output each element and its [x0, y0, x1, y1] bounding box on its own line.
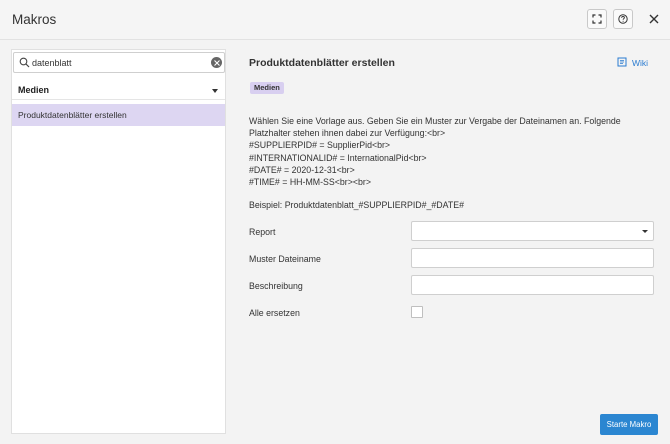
fullscreen-icon	[592, 14, 602, 24]
close-button[interactable]	[647, 12, 661, 26]
description-line: #TIME# = HH-MM-SS<br><br>	[249, 177, 371, 188]
title-bar: Makros	[0, 0, 670, 40]
description-line: #SUPPLIERPID# = SupplierPid<br>	[249, 140, 391, 151]
description-line: #DATE# = 2020-12-31<br>	[249, 164, 355, 175]
help-icon	[618, 14, 628, 24]
start-macro-button[interactable]: Starte Makro	[600, 414, 658, 435]
dialog-title: Makros	[12, 12, 57, 27]
report-select[interactable]	[411, 221, 654, 241]
macro-description: Wählen Sie eine Vorlage aus. Geben Sie e…	[249, 115, 654, 188]
search-box[interactable]	[13, 52, 225, 73]
replace-all-label: Alle ersetzen	[249, 308, 300, 318]
macro-detail-panel: Produktdatenblätter erstellen Wiki Medie…	[240, 49, 660, 439]
list-item-produktdatenblaetter[interactable]: Produktdatenblätter erstellen	[12, 104, 225, 126]
description-line: Wählen Sie eine Vorlage aus. Geben Sie e…	[249, 116, 621, 139]
search-input[interactable]	[32, 55, 207, 70]
description-label: Beschreibung	[249, 281, 303, 291]
makros-dialog: Makros datenblatt Medien Produktdatenblä…	[0, 0, 670, 444]
fullscreen-button[interactable]	[587, 9, 607, 29]
wiki-label: Wiki	[632, 58, 649, 68]
description-input[interactable]	[416, 278, 646, 292]
close-icon	[649, 14, 659, 24]
macro-list-panel: Medien Produktdatenblätter erstellen	[11, 49, 226, 434]
help-button[interactable]	[613, 9, 633, 29]
clear-icon	[213, 59, 220, 66]
book-icon	[617, 57, 627, 67]
chevron-down-icon	[642, 230, 648, 233]
description-field[interactable]	[411, 275, 654, 295]
category-badge: Medien	[250, 82, 284, 94]
chevron-down-icon	[212, 89, 218, 93]
clear-search-button[interactable]	[211, 57, 222, 68]
filename-pattern-input[interactable]	[416, 251, 646, 265]
search-icon	[19, 57, 30, 68]
group-header-medien[interactable]: Medien	[12, 80, 225, 100]
list-item-label: Produktdatenblätter erstellen	[18, 110, 127, 120]
group-label: Medien	[18, 85, 50, 95]
filename-pattern-label: Muster Dateiname	[249, 254, 321, 264]
example-text: Beispiel: Produktdatenblatt_#SUPPLIERPID…	[249, 200, 464, 210]
replace-all-checkbox[interactable]	[411, 306, 423, 318]
report-label: Report	[249, 227, 276, 237]
filename-pattern-field[interactable]	[411, 248, 654, 268]
macro-title: Produktdatenblätter erstellen	[249, 57, 395, 69]
description-line: #INTERNATIONALID# = InternationalPid<br>	[249, 152, 427, 163]
